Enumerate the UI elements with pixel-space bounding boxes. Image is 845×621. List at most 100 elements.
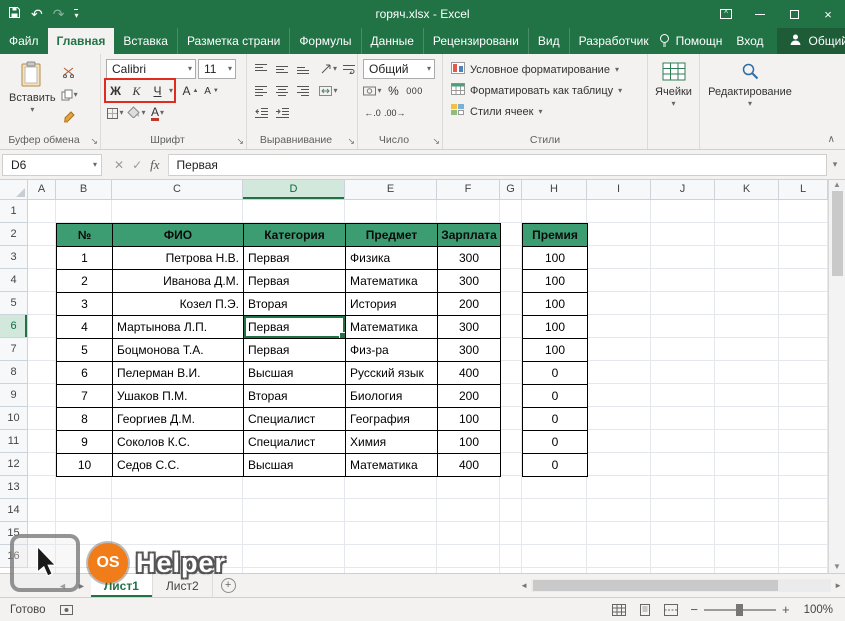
row-header[interactable]: 3	[0, 246, 28, 269]
orientation-button[interactable]: ▾	[319, 60, 338, 79]
sign-in-button[interactable]: Вход	[736, 34, 763, 48]
cell-category[interactable]: Первая	[244, 316, 346, 339]
redo-button[interactable]: ↷	[53, 6, 65, 23]
number-format-select[interactable]: Общий▾	[363, 59, 435, 79]
sheet-tab-sheet1[interactable]: Лист1	[91, 574, 153, 597]
fill-color-button[interactable]: ▾	[127, 104, 146, 123]
italic-button[interactable]: К	[127, 82, 146, 101]
macro-record-icon[interactable]	[60, 605, 73, 615]
cell-num[interactable]: 6	[57, 362, 113, 385]
close-button[interactable]: ×	[811, 0, 845, 28]
cell-num[interactable]: 1	[57, 247, 113, 270]
cell-fio[interactable]: Седов С.С.	[113, 454, 244, 477]
cell-premium[interactable]: 0	[523, 385, 588, 408]
copy-button[interactable]: ▾	[60, 85, 79, 104]
increase-indent-icon[interactable]	[273, 104, 292, 123]
ribbon-tab[interactable]: Рецензировани	[423, 28, 528, 54]
sheet-nav-right-icon[interactable]: ►	[72, 574, 91, 597]
ribbon-tab[interactable]: Данные	[361, 28, 423, 54]
font-color-button[interactable]: А▾	[148, 104, 167, 123]
name-box[interactable]: D6 ▾	[2, 154, 102, 176]
cell-num[interactable]: 8	[57, 408, 113, 431]
header-cell-num[interactable]: №	[57, 224, 113, 247]
row-header[interactable]: 8	[0, 361, 28, 384]
column-header[interactable]: E	[345, 180, 437, 200]
header-cell-subject[interactable]: Предмет	[346, 224, 438, 247]
cell-premium[interactable]: 100	[523, 339, 588, 362]
formula-input[interactable]: Первая	[169, 154, 827, 176]
cell-fio[interactable]: Иванова Д.М.	[113, 270, 244, 293]
expand-formula-bar-icon[interactable]: ▾	[827, 159, 843, 170]
alignment-dialog-launcher[interactable]: ↘	[347, 136, 355, 147]
scroll-left-icon[interactable]: ◄	[520, 581, 528, 590]
cell-subject[interactable]: Русский язык	[346, 362, 438, 385]
column-header[interactable]: L	[779, 180, 828, 200]
cell-category[interactable]: Специалист	[244, 408, 346, 431]
row-header[interactable]: 15	[0, 522, 28, 545]
font-size-select[interactable]: 11▾	[198, 59, 236, 79]
cell-fio[interactable]: Ушаков П.М.	[113, 385, 244, 408]
zoom-slider[interactable]	[704, 609, 776, 611]
cell-salary[interactable]: 400	[438, 362, 501, 385]
row-header[interactable]: 12	[0, 453, 28, 476]
cell-category[interactable]: Высшая	[244, 362, 346, 385]
zoom-slider-thumb[interactable]	[736, 604, 743, 616]
cell-salary[interactable]: 100	[438, 408, 501, 431]
cell-num[interactable]: 9	[57, 431, 113, 454]
comma-style-button[interactable]: 000	[405, 82, 424, 101]
row-header[interactable]: 1	[0, 200, 28, 223]
row-header[interactable]: 7	[0, 338, 28, 361]
cell-salary[interactable]: 400	[438, 454, 501, 477]
align-left-icon[interactable]	[252, 82, 271, 101]
grid-content[interactable]: № ФИО Категория Предмет Зарплата 1 Петро…	[28, 200, 828, 573]
scroll-right-icon[interactable]: ►	[834, 581, 842, 590]
page-layout-view-button[interactable]	[632, 604, 658, 616]
cell-premium[interactable]: 100	[523, 316, 588, 339]
column-header[interactable]: C	[112, 180, 243, 200]
cell-fio[interactable]: Петрова Н.В.	[113, 247, 244, 270]
row-header[interactable]: 6	[0, 315, 28, 338]
cell-premium[interactable]: 0	[523, 431, 588, 454]
align-right-icon[interactable]	[294, 82, 313, 101]
cell-fio[interactable]: Георгиев Д.М.	[113, 408, 244, 431]
column-header[interactable]: J	[651, 180, 715, 200]
cell-subject[interactable]: Биология	[346, 385, 438, 408]
undo-button[interactable]: ↶	[31, 6, 43, 23]
insert-function-button[interactable]: fx	[150, 157, 159, 173]
percent-style-button[interactable]: %	[384, 82, 403, 101]
header-cell-premium[interactable]: Премия	[523, 224, 588, 247]
cell-subject[interactable]: Физика	[346, 247, 438, 270]
ribbon-tab[interactable]: Вставка	[114, 28, 177, 54]
maximize-button[interactable]	[777, 0, 811, 28]
font-name-select[interactable]: Calibri▾	[106, 59, 196, 79]
format-as-table-button[interactable]: Форматировать как таблицу▾	[443, 80, 647, 101]
number-dialog-launcher[interactable]: ↘	[432, 136, 440, 147]
collapse-ribbon-button[interactable]: ∧	[828, 134, 835, 145]
cell-salary[interactable]: 200	[438, 385, 501, 408]
page-break-view-button[interactable]	[658, 604, 684, 616]
enter-icon[interactable]: ✓	[132, 158, 142, 172]
cell-category[interactable]: Высшая	[244, 454, 346, 477]
clipboard-dialog-launcher[interactable]: ↘	[90, 136, 98, 147]
ribbon-tab[interactable]: Формулы	[289, 28, 360, 54]
add-sheet-button[interactable]: +	[221, 578, 236, 593]
scroll-down-icon[interactable]: ▼	[833, 562, 841, 571]
cell-fio[interactable]: Соколов К.С.	[113, 431, 244, 454]
align-bottom-icon[interactable]	[294, 60, 313, 79]
align-top-icon[interactable]	[252, 60, 271, 79]
sheet-tab-sheet2[interactable]: Лист2	[153, 574, 213, 597]
column-header[interactable]: B	[56, 180, 112, 200]
ribbon-tab[interactable]: Главная	[48, 28, 115, 54]
minimize-button[interactable]	[743, 0, 777, 28]
column-header[interactable]: I	[587, 180, 651, 200]
underline-button[interactable]: Ч	[148, 82, 167, 101]
share-button[interactable]: Общий доступ	[777, 28, 845, 54]
cell-premium[interactable]: 100	[523, 293, 588, 316]
cell-subject[interactable]: Химия	[346, 431, 438, 454]
ribbon-display-options-button[interactable]: ˄	[709, 0, 743, 28]
cancel-icon[interactable]: ✕	[114, 158, 124, 172]
zoom-out-button[interactable]: −	[684, 602, 704, 617]
column-header[interactable]: K	[715, 180, 779, 200]
save-button[interactable]	[8, 6, 21, 22]
cell-fio[interactable]: Козел П.Э.	[113, 293, 244, 316]
